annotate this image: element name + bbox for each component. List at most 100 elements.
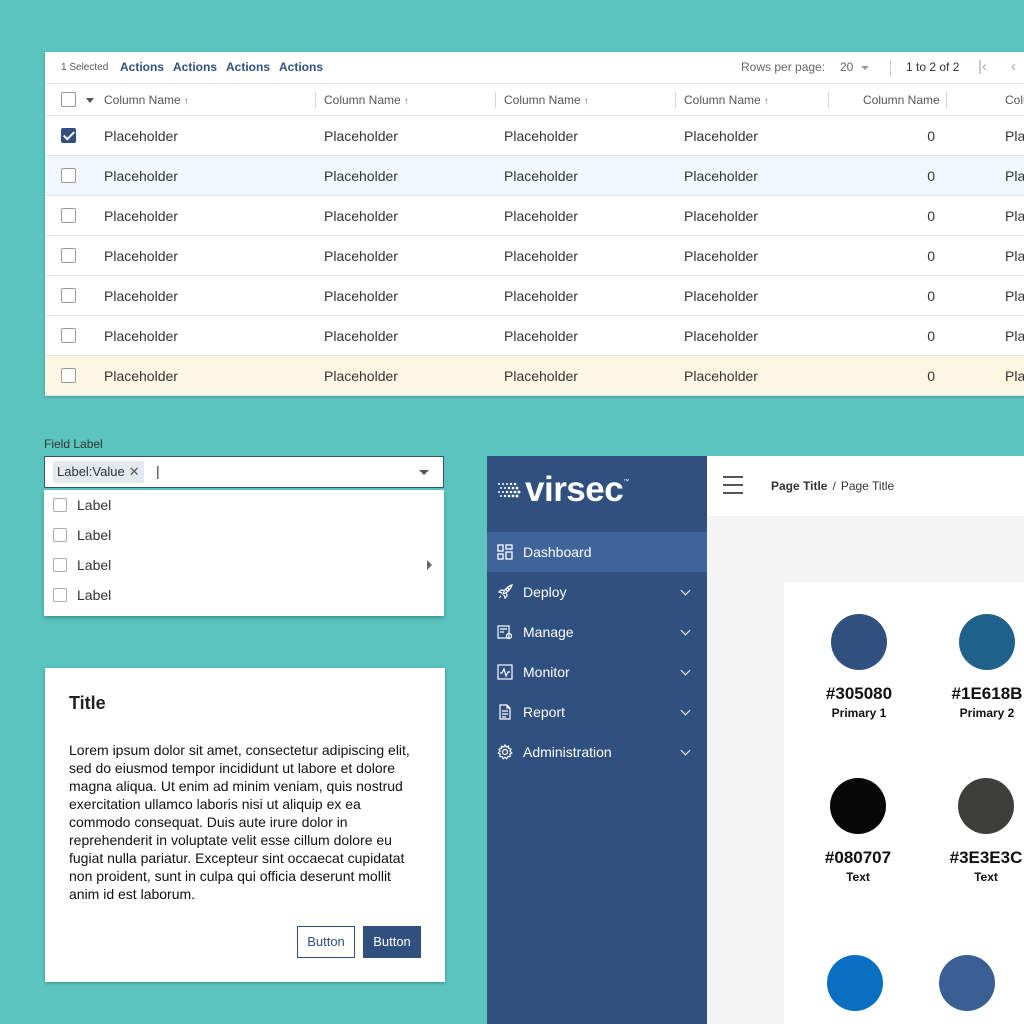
field-label: Field Label — [44, 437, 103, 451]
chevron-down-icon[interactable] — [419, 470, 429, 475]
chevron-down-icon[interactable] — [86, 98, 94, 103]
table-cell: Pla — [1005, 288, 1024, 304]
row-checkbox[interactable] — [61, 368, 76, 383]
table-cell: Placeholder — [684, 248, 758, 264]
actions-link-2[interactable]: Actions — [173, 60, 217, 74]
table-cell: 0 — [927, 248, 935, 264]
table-row[interactable]: Placeholder Placeholder Placeholder Placeho… — [45, 276, 1024, 316]
sidebar-item-manage[interactable]: Manage — [487, 612, 707, 652]
table-row[interactable]: Placeholder Placeholder Placeholder Placeho… — [45, 196, 1024, 236]
submenu-arrow-icon[interactable] — [427, 560, 432, 570]
primary-button[interactable]: Button — [363, 926, 421, 958]
table-cell: 0 — [927, 128, 935, 144]
table-cell: Pla — [1005, 248, 1024, 264]
table-cell: Placeholder — [684, 128, 758, 144]
sidebar-item-label: Dashboard — [523, 544, 592, 560]
color-swatch: #1E618B Primary 2 — [927, 614, 1024, 720]
chevron-down-icon — [680, 625, 691, 636]
sidebar-item-dashboard[interactable]: Dashboard — [487, 532, 707, 572]
column-header[interactable]: Column Name ↑ — [104, 93, 189, 107]
sidebar-item-report[interactable]: Report — [487, 692, 707, 732]
color-swatch — [907, 955, 1024, 1011]
prev-page-icon[interactable]: ‹ — [1011, 58, 1016, 76]
row-checkbox[interactable] — [61, 128, 76, 143]
dashboard-icon — [497, 544, 513, 560]
select-all-checkbox[interactable] — [61, 92, 76, 107]
table-cell: Placeholder — [324, 208, 398, 224]
swatch-hex: #1E618B — [951, 684, 1023, 703]
first-page-icon[interactable]: |‹ — [978, 58, 987, 76]
rows-per-page-select[interactable]: 20 — [840, 60, 870, 74]
column-divider[interactable] — [495, 92, 496, 108]
sidebar-item-label: Monitor — [523, 664, 570, 680]
column-divider[interactable] — [828, 92, 829, 108]
column-header[interactable]: Column Name ↑ — [504, 93, 589, 107]
table-row[interactable]: Placeholder Placeholder Placeholder Placeho… — [45, 356, 1024, 396]
table-row[interactable]: Placeholder Placeholder Placeholder Placeho… — [45, 156, 1024, 196]
table-row[interactable]: Placeholder Placeholder Placeholder Placeho… — [45, 116, 1024, 156]
dropdown-option[interactable]: Label — [44, 520, 444, 550]
row-checkbox[interactable] — [61, 208, 76, 223]
sidebar-item-deploy[interactable]: Deploy — [487, 572, 707, 612]
breadcrumb-current[interactable]: Page Title — [771, 479, 827, 493]
table-cell: Placeholder — [504, 248, 578, 264]
menu-icon[interactable] — [723, 476, 743, 494]
chevron-down-icon — [680, 585, 691, 596]
dropdown-option[interactable]: Label — [44, 490, 444, 520]
sidebar: virsec ™ Dashboard Deploy Manage Monitor… — [487, 456, 707, 1024]
sidebar-item-monitor[interactable]: Monitor — [487, 652, 707, 692]
sidebar-item-administration[interactable]: Administration — [487, 732, 707, 772]
table-cell: Placeholder — [684, 288, 758, 304]
dropdown-option[interactable]: Label — [44, 580, 444, 610]
dropdown-option[interactable]: Label — [44, 550, 444, 580]
actions-link-3[interactable]: Actions — [226, 60, 270, 74]
table-cell: Placeholder — [324, 128, 398, 144]
option-checkbox[interactable] — [53, 498, 67, 512]
actions-link-1[interactable]: Actions — [120, 60, 164, 74]
swatch-circle — [959, 614, 1015, 670]
sidebar-item-label: Report — [523, 704, 566, 720]
sort-arrow-icon: ↑ — [763, 96, 769, 107]
column-header[interactable]: Column Name — [863, 93, 940, 107]
close-icon[interactable]: ✕ — [129, 464, 140, 479]
dialog-body: Lorem ipsum dolor sit amet, consectetur … — [69, 742, 410, 902]
document-icon — [499, 704, 511, 720]
table-cell: Placeholder — [504, 328, 578, 344]
option-checkbox[interactable] — [53, 588, 67, 602]
actions-link-4[interactable]: Actions — [279, 60, 323, 74]
option-label: Label — [77, 527, 112, 543]
swatch-name: Text — [974, 870, 998, 884]
row-checkbox[interactable] — [61, 288, 76, 303]
swatch-circle — [827, 955, 883, 1011]
monitor-icon — [497, 664, 513, 680]
column-header[interactable]: Column Name ↑ — [684, 93, 769, 107]
breadcrumb-separator: / — [832, 479, 836, 493]
table-cell: Placeholder — [684, 368, 758, 384]
option-label: Label — [77, 497, 112, 513]
row-checkbox[interactable] — [61, 328, 76, 343]
column-divider[interactable] — [315, 92, 316, 108]
column-divider[interactable] — [675, 92, 676, 108]
column-header[interactable]: Colu — [1005, 93, 1024, 107]
row-checkbox[interactable] — [61, 248, 76, 263]
table-row[interactable]: Placeholder Placeholder Placeholder Placeho… — [45, 236, 1024, 276]
table-row[interactable]: Placeholder Placeholder Placeholder Placeho… — [45, 316, 1024, 356]
color-palette-panel: #305080 Primary 1 #1E618B Primary 2 #080… — [784, 582, 1024, 1024]
sidebar-item-label: Deploy — [523, 584, 567, 600]
multiselect-input[interactable]: Label:Value ✕ | — [44, 456, 444, 488]
column-header[interactable]: Column Name ↑ — [324, 93, 409, 107]
option-checkbox[interactable] — [53, 558, 67, 572]
logo-mark-icon — [498, 482, 521, 498]
swatch-name: Text — [846, 870, 870, 884]
chevron-down-icon — [680, 705, 691, 716]
row-checkbox[interactable] — [61, 168, 76, 183]
divider — [890, 60, 891, 76]
main-content: #305080 Primary 1 #1E618B Primary 2 #080… — [707, 516, 1024, 1024]
secondary-button[interactable]: Button — [297, 926, 355, 958]
option-checkbox[interactable] — [53, 528, 67, 542]
swatch-name: Primary 2 — [959, 706, 1015, 720]
table-cell: Pla — [1005, 208, 1024, 224]
swatch-circle — [831, 614, 887, 670]
table-cell: Placeholder — [104, 128, 178, 144]
column-divider[interactable] — [946, 92, 947, 108]
